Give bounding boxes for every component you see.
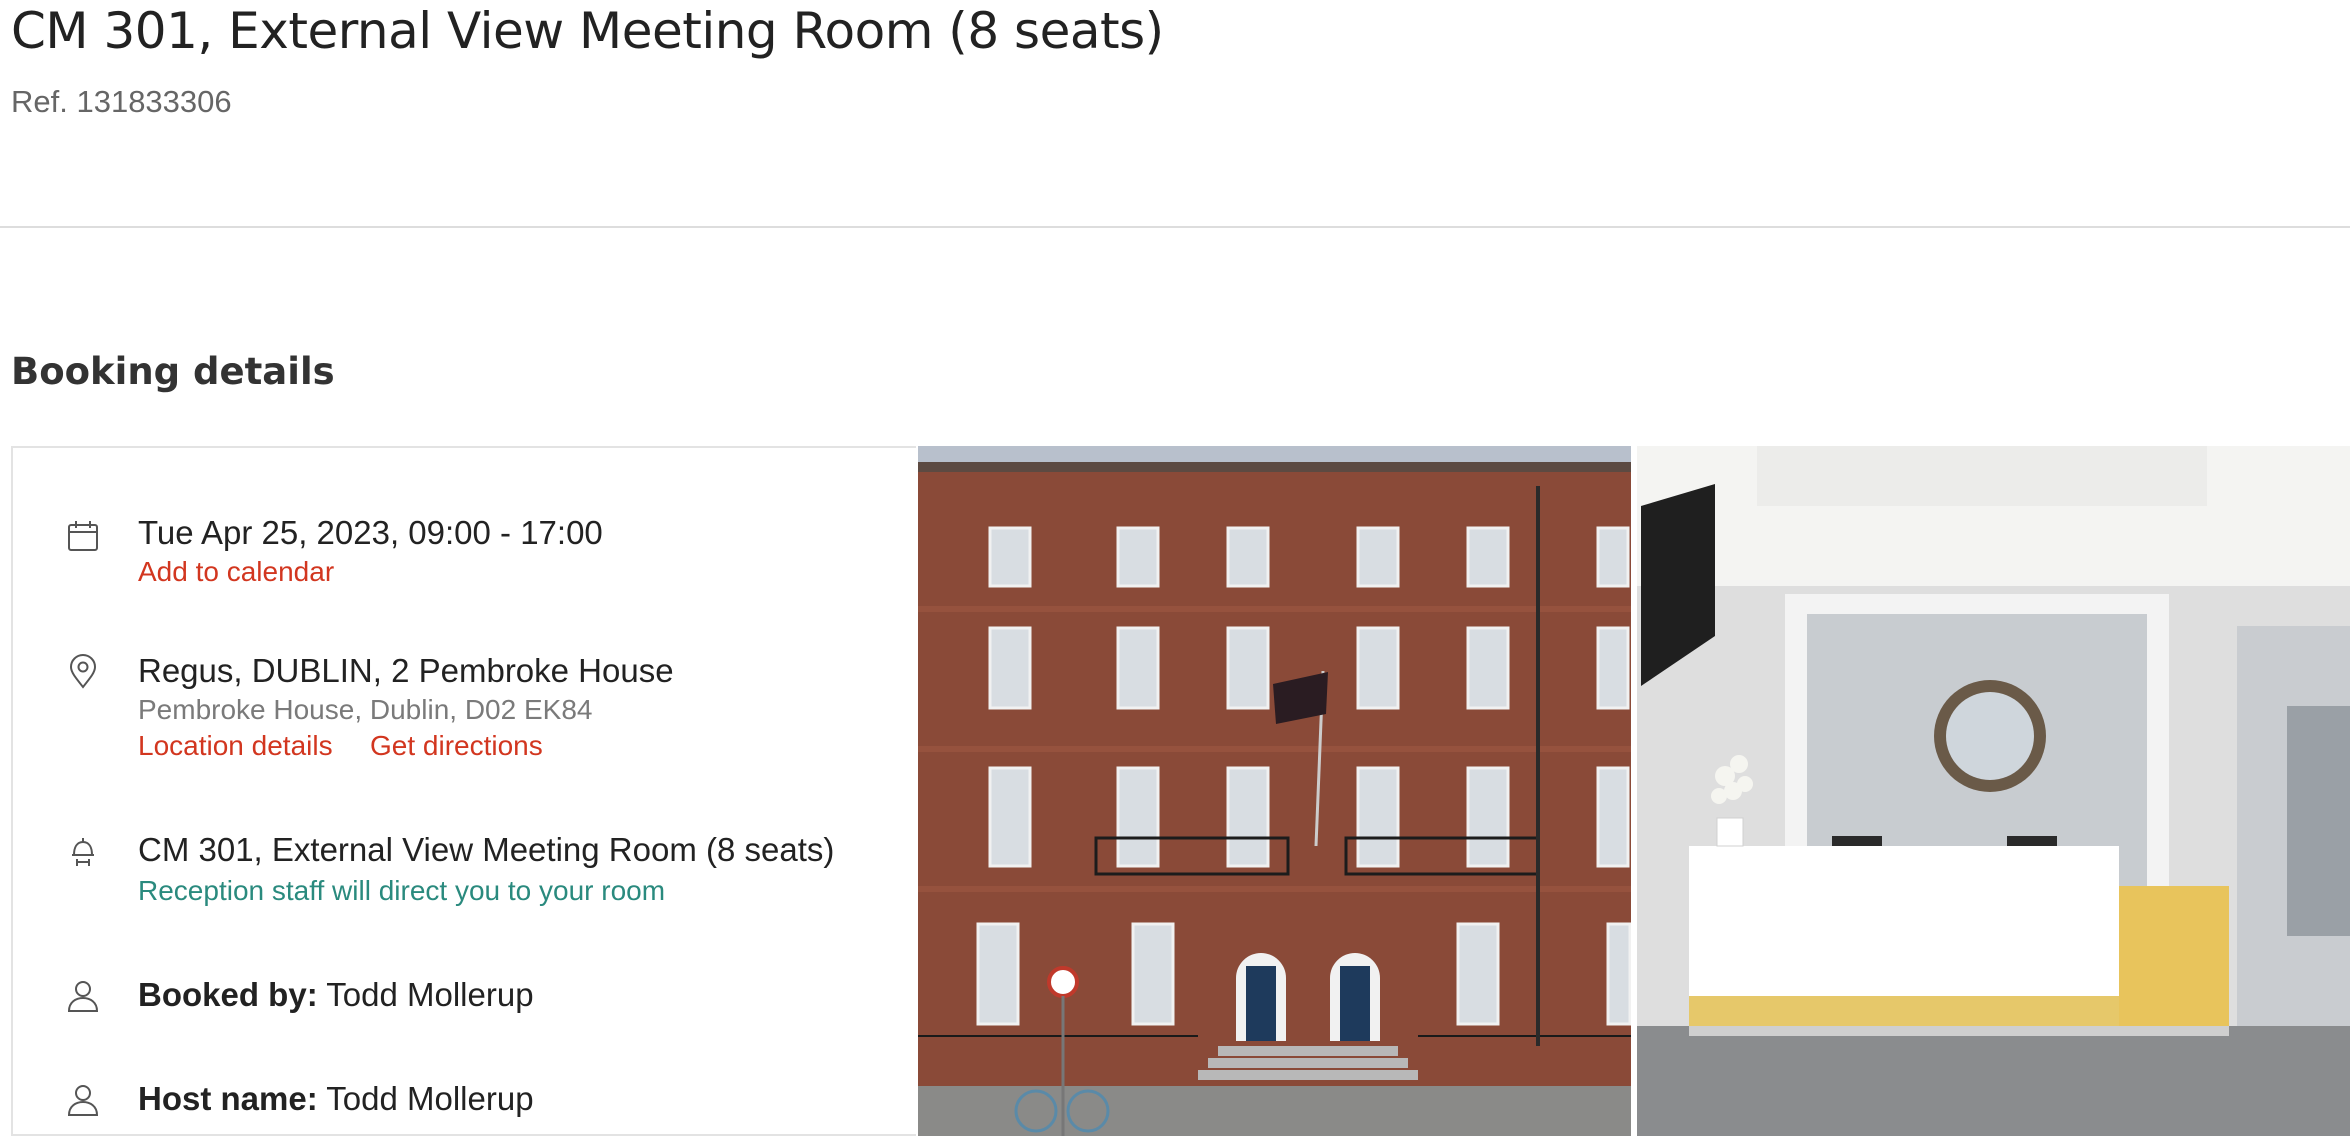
booking-datetime: Tue Apr 25, 2023, 09:00 - 17:00 [138,514,603,551]
host-name-value: Todd Mollerup [326,1080,534,1117]
booked-by-label: Booked by: [138,976,318,1013]
booked-by-value: Todd Mollerup [326,976,534,1013]
location-address: Pembroke House, Dublin, D02 EK84 [138,694,593,725]
add-to-calendar-link[interactable]: Add to calendar [138,556,334,588]
location-pin-icon [65,654,101,690]
booking-details-card: Tue Apr 25, 2023, 09:00 - 17:00 Add to c… [11,446,916,1136]
booking-reference: Ref. 131833306 [11,84,232,119]
location-details-link[interactable]: Location details [138,730,333,762]
user-icon [65,978,101,1014]
desk-bell-icon [65,833,101,869]
host-name-label: Host name: [138,1080,318,1117]
header-divider [0,226,2350,228]
location-name: Regus, DUBLIN, 2 Pembroke House [138,652,674,689]
get-directions-link[interactable]: Get directions [370,730,543,762]
reception-interior-photo[interactable] [1637,446,2350,1136]
calendar-icon [65,518,101,554]
host-name: Host name: Todd Mollerup [138,1080,534,1118]
section-title: Booking details [11,350,335,393]
user-icon [65,1082,101,1118]
building-exterior-photo[interactable] [918,446,1631,1136]
room-name: CM 301, External View Meeting Room (8 se… [138,831,835,868]
room-note: Reception staff will direct you to your … [138,875,666,906]
page-title: CM 301, External View Meeting Room (8 se… [11,2,1164,60]
booked-by: Booked by: Todd Mollerup [138,976,534,1014]
